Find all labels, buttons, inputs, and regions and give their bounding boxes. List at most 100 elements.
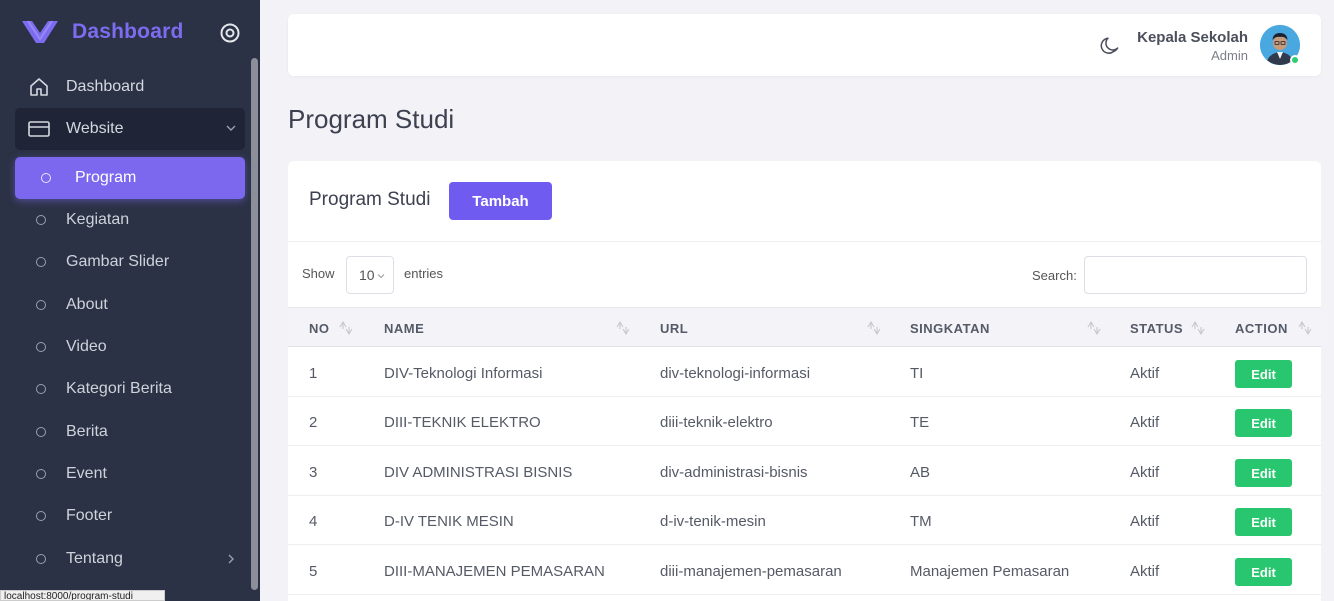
- sidebar-subitem-gambar-slider[interactable]: Gambar Slider: [15, 242, 245, 282]
- sidebar-subitem-label: Kategori Berita: [66, 380, 172, 397]
- sort-icon[interactable]: [1295, 317, 1315, 339]
- sidebar-subitem-kategori-berita[interactable]: Kategori Berita: [15, 369, 245, 409]
- sort-icon[interactable]: [1084, 317, 1104, 339]
- card-divider: [288, 241, 1321, 242]
- sidebar-subitem-label: Program: [75, 169, 137, 186]
- column-header-singkatan[interactable]: SINGKATAN: [910, 321, 990, 336]
- card-title: Program Studi: [309, 189, 431, 210]
- cell-name: D-IV TENIK MESIN: [384, 513, 514, 530]
- cell-status: Aktif: [1130, 365, 1160, 382]
- edit-button[interactable]: Edit: [1235, 558, 1292, 586]
- entries-label: entries: [404, 266, 444, 281]
- user-role: Admin: [1211, 48, 1248, 63]
- cell-name: DIV-Teknologi Informasi: [384, 365, 543, 382]
- sidebar-subitem-program[interactable]: Program: [15, 157, 245, 199]
- brand-title: Dashboard: [72, 20, 184, 43]
- cell-name: DIV ADMINISTRASI BISNIS: [384, 464, 573, 481]
- sort-icon[interactable]: [336, 317, 356, 339]
- circle-icon: [36, 300, 46, 310]
- brand-logo-icon: [22, 20, 58, 43]
- cell-status: Aktif: [1130, 563, 1160, 580]
- sidebar-subitem-label: Gambar Slider: [66, 253, 170, 270]
- cell-no: 4: [309, 513, 318, 530]
- sidebar-subitem-label: Tentang: [66, 550, 123, 567]
- table-row: 3 DIV ADMINISTRASI BISNIS div-administra…: [288, 447, 1321, 496]
- sidebar-subitem-label: Berita: [66, 423, 108, 440]
- circle-icon: [36, 511, 46, 521]
- sidebar-item-dashboard[interactable]: Dashboard: [15, 66, 245, 108]
- card-icon: [28, 118, 50, 140]
- online-status-dot: [1290, 55, 1300, 65]
- top-navbar: Kepala Sekolah Admin: [288, 14, 1321, 76]
- edit-button[interactable]: Edit: [1235, 459, 1292, 487]
- sidebar-subitem-berita[interactable]: Berita: [15, 412, 245, 452]
- brand[interactable]: Dashboard: [22, 18, 184, 46]
- circle-icon: [36, 554, 46, 564]
- sidebar-subitem-kegiatan[interactable]: Kegiatan: [15, 200, 245, 240]
- sidebar-subitem-label: Kegiatan: [66, 211, 130, 228]
- page-title: Program Studi: [288, 104, 455, 134]
- cell-singkatan: TE: [910, 414, 930, 431]
- sidebar-subitem-tentang[interactable]: Tentang: [15, 539, 245, 579]
- sidebar: Dashboard Dashboard Website Program Kegi…: [0, 0, 260, 601]
- sidebar-subitem-label: Event: [66, 465, 107, 482]
- sidebar-item-label: Website: [66, 120, 124, 137]
- circle-icon: [36, 469, 46, 479]
- column-header-action[interactable]: ACTION: [1235, 321, 1288, 336]
- sort-icon[interactable]: [864, 317, 884, 339]
- cell-no: 5: [309, 563, 318, 580]
- table-header: NO NAME URL SINGKATAN STATUS ACTION: [288, 307, 1321, 347]
- chevron-down-icon: [226, 125, 236, 131]
- cell-url: diii-manajemen-pemasaran: [660, 563, 842, 580]
- cell-status: Aktif: [1130, 513, 1160, 530]
- sidebar-subitem-event[interactable]: Event: [15, 454, 245, 494]
- edit-button[interactable]: Edit: [1235, 360, 1292, 388]
- chevron-right-icon: [228, 554, 234, 564]
- page-length-select[interactable]: 10: [346, 256, 394, 294]
- sidebar-subitem-label: Footer: [66, 507, 113, 524]
- circle-icon: [36, 342, 46, 352]
- circle-icon: [41, 173, 51, 183]
- search-input[interactable]: [1084, 256, 1307, 294]
- page-length-value: 10: [359, 267, 375, 283]
- sidebar-subitem-label: About: [66, 296, 108, 313]
- edit-button[interactable]: Edit: [1235, 508, 1292, 536]
- sort-icon[interactable]: [1188, 317, 1208, 339]
- column-header-status[interactable]: STATUS: [1130, 321, 1183, 336]
- cell-url: diii-teknik-elektro: [660, 414, 773, 431]
- cell-no: 1: [309, 365, 318, 382]
- sidebar-subitem-video[interactable]: Video: [15, 327, 245, 367]
- cell-singkatan: TI: [910, 365, 924, 382]
- theme-toggle-icon[interactable]: [219, 22, 241, 44]
- moon-icon[interactable]: [1100, 36, 1120, 56]
- cell-status: Aktif: [1130, 414, 1160, 431]
- chevron-down-icon: [377, 274, 385, 279]
- circle-icon: [36, 427, 46, 437]
- cell-name: DIII-TEKNIK ELEKTRO: [384, 414, 541, 431]
- search-label: Search:: [1032, 268, 1077, 283]
- column-header-url[interactable]: URL: [660, 321, 688, 336]
- sidebar-scrollbar[interactable]: [251, 58, 258, 590]
- cell-name: DIII-MANAJEMEN PEMASARAN: [384, 563, 605, 580]
- cell-no: 3: [309, 464, 318, 481]
- browser-status-url: localhost:8000/program-studi: [0, 590, 165, 601]
- cell-no: 2: [309, 414, 318, 431]
- sidebar-subitem-footer[interactable]: Footer: [15, 496, 245, 536]
- column-header-no[interactable]: NO: [309, 321, 330, 336]
- circle-icon: [36, 215, 46, 225]
- program-studi-card: Program Studi Tambah Show 10 entries Sea…: [288, 161, 1321, 601]
- tambah-button[interactable]: Tambah: [449, 182, 552, 220]
- circle-icon: [36, 384, 46, 394]
- column-header-name[interactable]: NAME: [384, 321, 424, 336]
- cell-singkatan: Manajemen Pemasaran: [910, 563, 1070, 580]
- sidebar-item-website[interactable]: Website: [15, 108, 245, 150]
- cell-url: div-administrasi-bisnis: [660, 464, 808, 481]
- cell-url: div-teknologi-informasi: [660, 365, 811, 382]
- edit-button[interactable]: Edit: [1235, 409, 1292, 437]
- sidebar-subitem-label: Video: [66, 338, 107, 355]
- table-row: 5 DIII-MANAJEMEN PEMASARAN diii-manajeme…: [288, 546, 1321, 595]
- sort-icon[interactable]: [613, 317, 633, 339]
- show-label: Show: [302, 266, 335, 281]
- sidebar-subitem-about[interactable]: About: [15, 285, 245, 325]
- cell-singkatan: TM: [910, 513, 932, 530]
